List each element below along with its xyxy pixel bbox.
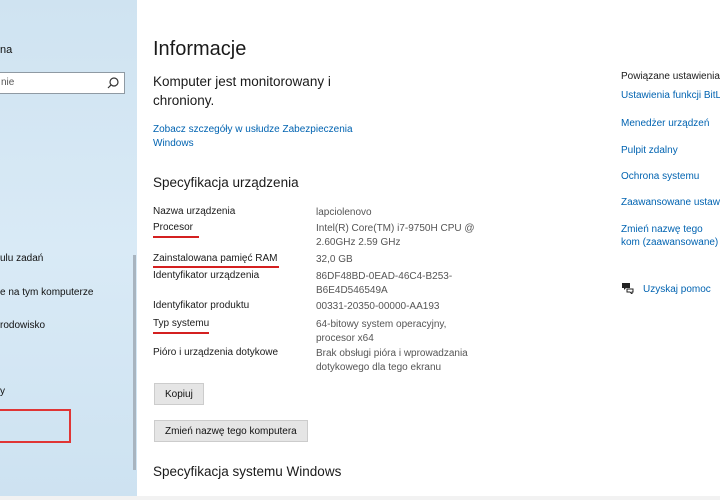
related-link-system-protection[interactable]: Ochrona systemu [621, 170, 699, 183]
related-settings-heading: Powiązane ustawienia [621, 71, 720, 82]
spec-value-product-id: 00331-20350-00000-AA193 [316, 301, 440, 312]
related-link-bitlocker[interactable]: Ustawienia funkcji BitLo [621, 89, 720, 102]
spec-label-ram: Zainstalowana pamięć RAM [153, 253, 278, 264]
main-content: Informacje Komputer jest monitorowany i … [137, 0, 720, 500]
protection-status: Komputer jest monitorowany i chroniony. [153, 74, 331, 108]
search-icon [107, 77, 119, 89]
device-spec-heading: Specyfikacja urządzenia [153, 175, 299, 190]
search-input[interactable]: nie [0, 72, 125, 94]
spec-value-device-name: lapciolenovo [316, 207, 372, 218]
related-link-rename-advanced[interactable]: Zmień nazwę tego kom (zaawansowane) [621, 223, 720, 249]
spec-label-product-id: Identyfikator produktu [153, 300, 250, 311]
annotation-underline-system-type [153, 332, 209, 334]
windows-spec-heading: Specyfikacja systemu Windows [153, 464, 342, 479]
spec-value-processor: Intel(R) Core(TM) i7-9750H CPU @ 2.60GHz… [316, 223, 475, 248]
spec-label-device-name: Nazwa urządzenia [153, 206, 236, 217]
spec-value-pen-touch: Brak obsługi pióra i wprowadzania dotyko… [316, 348, 468, 373]
security-details-link[interactable]: Zobacz szczegóły w usłudze Zabezpieczeni… [153, 123, 353, 151]
annotation-underline-processor [153, 236, 199, 238]
bottom-edge [0, 496, 720, 500]
spec-value-system-type: 64-bitowy system operacyjny, procesor x6… [316, 319, 447, 344]
spec-label-system-type: Typ systemu [153, 318, 210, 329]
search-placeholder: nie [1, 77, 15, 88]
sidebar-scrollbar[interactable] [133, 255, 136, 470]
sidebar-title: na [0, 44, 13, 56]
spec-label-processor: Procesor [153, 222, 194, 233]
sidebar-item-this-pc[interactable]: e na tym komputerze [0, 287, 93, 298]
spec-label-device-id: Identyfikator urządzenia [153, 270, 260, 281]
annotation-underline-ram [153, 266, 279, 268]
spec-label-pen-touch: Pióro i urządzenia dotykowe [153, 347, 279, 358]
sidebar-item-about[interactable]: y [0, 386, 5, 397]
rename-pc-button[interactable]: Zmień nazwę tego komputera [154, 420, 308, 442]
spec-value-ram: 32,0 GB [316, 254, 353, 265]
copy-button[interactable]: Kopiuj [154, 383, 204, 405]
spec-value-device-id: 86DF48BD-0EAD-46C4-B253-B6E4D546549A [316, 271, 453, 296]
related-link-device-manager[interactable]: Menedżer urządzeń [621, 117, 709, 130]
related-link-remote-desktop[interactable]: Pulpit zdalny [621, 144, 678, 157]
annotation-highlight-box [0, 409, 71, 443]
help-chat-icon [622, 283, 634, 294]
sidebar-item-environment[interactable]: rodowisko [0, 320, 45, 331]
related-link-advanced-settings[interactable]: Zaawansowane ustawie [621, 196, 720, 209]
page-title: Informacje [153, 38, 247, 60]
get-help-link[interactable]: Uzyskaj pomoc [643, 284, 711, 295]
sidebar: na nie ulu zadań e na tym komputerze rod… [0, 0, 137, 500]
sidebar-item-taskbar[interactable]: ulu zadań [0, 253, 43, 264]
